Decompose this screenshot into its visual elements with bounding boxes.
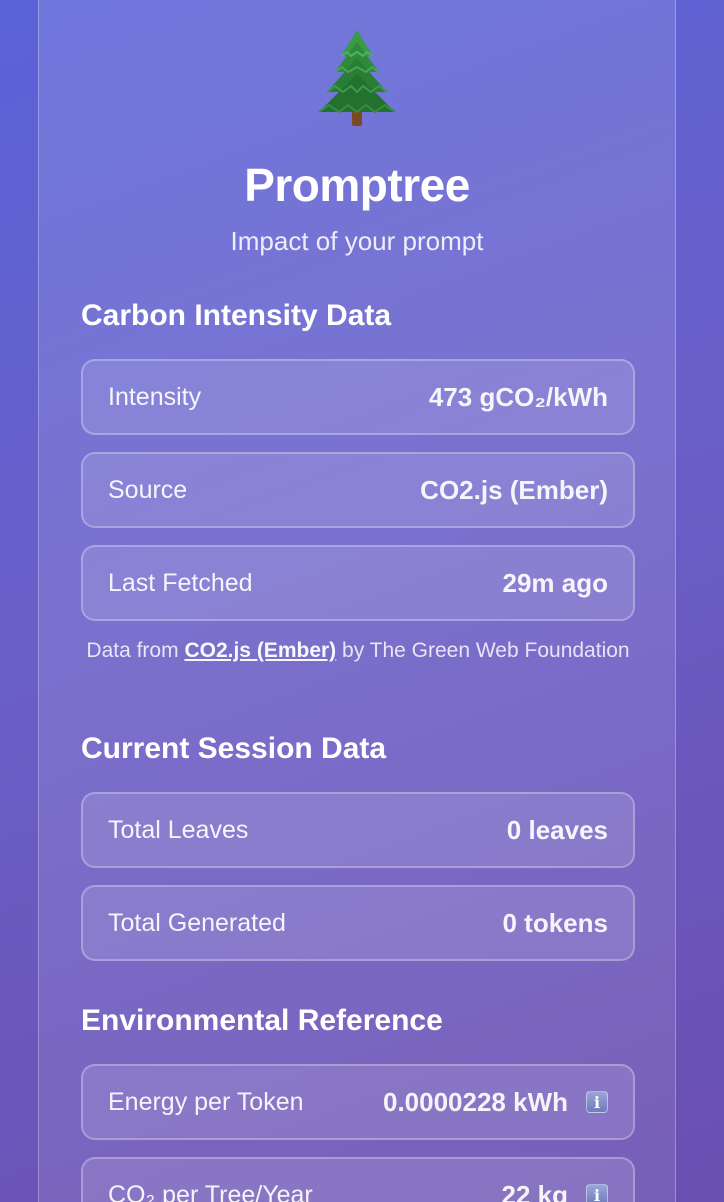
app-title: Promptree — [244, 159, 470, 211]
source-row: Source CO2.js (Ember) — [81, 452, 635, 528]
energy-per-token-value-wrap: 0.0000228 kWh i — [383, 1087, 608, 1118]
last-fetched-value: 29m ago — [502, 567, 609, 598]
intensity-value: 473 gCO₂/kWh — [428, 381, 608, 412]
co2-per-tree-value: 22 kg — [501, 1179, 569, 1202]
section-title-environmental: Environmental Reference — [81, 1004, 443, 1037]
source-value: CO2.js (Ember) — [420, 474, 608, 505]
energy-per-token-value: 0.0000228 kWh — [382, 1086, 568, 1117]
co2js-link[interactable]: CO2.js (Ember) — [184, 639, 336, 662]
attribution-prefix: Data from — [86, 639, 179, 662]
header-icon-wrap — [39, 26, 675, 130]
section-title-session: Current Session Data — [81, 732, 387, 765]
energy-per-token-label: Energy per Token — [108, 1087, 304, 1116]
app-subtitle: Impact of your prompt — [230, 226, 484, 256]
intensity-row: Intensity 473 gCO₂/kWh — [81, 359, 635, 435]
section-title-carbon-intensity: Carbon Intensity Data — [81, 299, 392, 332]
co2-per-tree-row: CO₂ per Tree/Year 22 kg i — [81, 1157, 635, 1202]
energy-per-token-row: Energy per Token 0.0000228 kWh i — [81, 1064, 635, 1140]
total-generated-row: Total Generated 0 tokens — [81, 885, 635, 961]
co2-per-tree-label: CO₂ per Tree/Year — [108, 1180, 313, 1202]
evergreen-tree-icon — [318, 30, 396, 126]
last-fetched-label: Last Fetched — [108, 568, 253, 597]
intensity-label: Intensity — [108, 382, 202, 411]
co2-per-tree-value-wrap: 22 kg i — [501, 1179, 608, 1202]
info-icon[interactable]: i — [586, 1184, 608, 1202]
last-fetched-row: Last Fetched 29m ago — [81, 545, 635, 621]
data-attribution: Data from CO2.js (Ember) by The Green We… — [81, 638, 635, 664]
source-label: Source — [108, 475, 188, 504]
attribution-suffix: by The Green Web Foundation — [342, 639, 630, 662]
total-leaves-row: Total Leaves 0 leaves — [81, 792, 635, 868]
info-icon[interactable]: i — [586, 1091, 608, 1113]
total-generated-label: Total Generated — [108, 908, 286, 937]
total-generated-value: 0 tokens — [502, 907, 609, 938]
total-leaves-label: Total Leaves — [108, 815, 249, 844]
total-leaves-value: 0 leaves — [506, 814, 608, 845]
popup-panel: Promptree Impact of your prompt Carbon I… — [38, 0, 676, 1202]
